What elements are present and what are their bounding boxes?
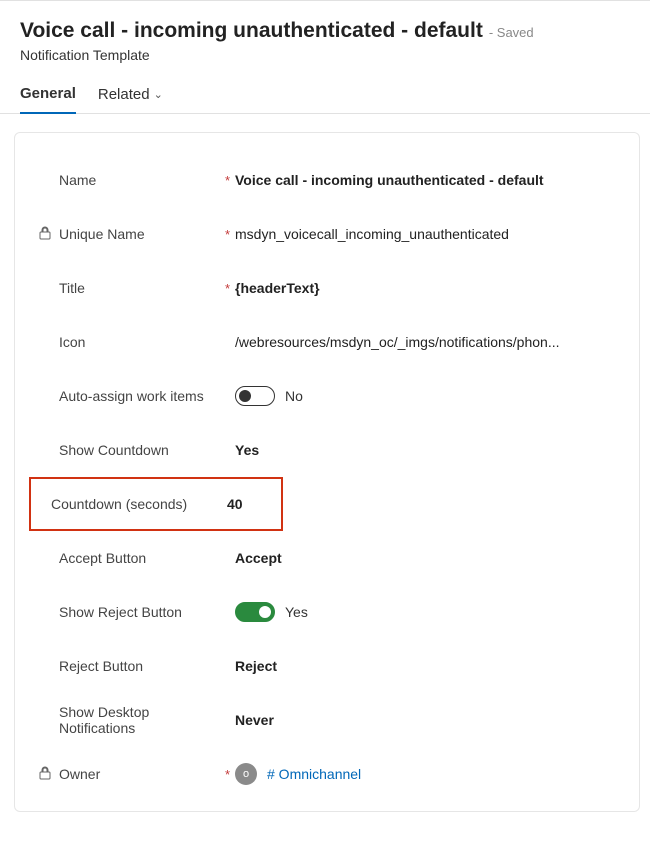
field-icon[interactable]: /webresources/msdyn_oc/_imgs/notificatio… xyxy=(235,334,560,350)
tabs: General Related ⌄ xyxy=(0,63,650,114)
lock-icon xyxy=(39,226,53,243)
label-name: Name xyxy=(59,172,96,188)
label-show-reject: Show Reject Button xyxy=(59,604,182,620)
row-title: Title * {headerText} xyxy=(39,261,615,315)
field-countdown[interactable]: 40 xyxy=(227,496,243,512)
toggle-auto-assign[interactable] xyxy=(235,386,275,406)
row-auto-assign: Auto-assign work items No xyxy=(39,369,615,423)
field-desktop-notif[interactable]: Never xyxy=(235,712,274,728)
label-icon: Icon xyxy=(59,334,85,350)
required-mark: * xyxy=(225,281,235,296)
lock-icon xyxy=(39,766,53,783)
required-mark: * xyxy=(225,227,235,242)
field-name[interactable]: Voice call - incoming unauthenticated - … xyxy=(235,172,544,188)
entity-type: Notification Template xyxy=(20,47,630,63)
label-reject-button: Reject Button xyxy=(59,658,143,674)
toggle-show-reject-value: Yes xyxy=(285,604,308,620)
page-header: Voice call - incoming unauthenticated - … xyxy=(0,1,650,63)
toggle-show-reject[interactable] xyxy=(235,602,275,622)
row-name: Name * Voice call - incoming unauthentic… xyxy=(39,153,615,207)
tab-related[interactable]: Related ⌄ xyxy=(98,85,163,113)
label-show-countdown: Show Countdown xyxy=(59,442,169,458)
owner-link[interactable]: # Omnichannel xyxy=(267,766,361,782)
toggle-auto-assign-value: No xyxy=(285,388,303,404)
row-reject-button: Reject Button Reject xyxy=(39,639,615,693)
avatar: o xyxy=(235,763,257,785)
tab-general[interactable]: General xyxy=(20,85,76,114)
field-accept-button[interactable]: Accept xyxy=(235,550,282,566)
page-title: Voice call - incoming unauthenticated - … xyxy=(20,19,483,43)
label-auto-assign: Auto-assign work items xyxy=(59,388,204,404)
field-reject-button[interactable]: Reject xyxy=(235,658,277,674)
label-title: Title xyxy=(59,280,85,296)
row-countdown-highlight: Countdown (seconds) 40 xyxy=(29,477,283,531)
field-title[interactable]: {headerText} xyxy=(235,280,320,296)
row-show-countdown: Show Countdown Yes xyxy=(39,423,615,477)
row-show-reject: Show Reject Button Yes xyxy=(39,585,615,639)
row-desktop-notif: Show Desktop Notifications Never xyxy=(39,693,615,747)
row-unique-name: Unique Name * msdyn_voicecall_incoming_u… xyxy=(39,207,615,261)
field-owner[interactable]: o # Omnichannel xyxy=(235,763,361,785)
saved-status: - Saved xyxy=(489,25,534,40)
field-unique-name: msdyn_voicecall_incoming_unauthenticated xyxy=(235,226,509,242)
required-mark: * xyxy=(225,767,235,782)
row-accept-button: Accept Button Accept xyxy=(39,531,615,585)
label-accept-button: Accept Button xyxy=(59,550,146,566)
required-mark: * xyxy=(225,173,235,188)
label-desktop-notif: Show Desktop Notifications xyxy=(59,704,209,736)
label-countdown: Countdown (seconds) xyxy=(51,496,187,512)
chevron-down-icon: ⌄ xyxy=(154,88,163,101)
tab-related-label: Related xyxy=(98,86,150,103)
label-unique-name: Unique Name xyxy=(59,226,145,242)
field-show-countdown[interactable]: Yes xyxy=(235,442,259,458)
form-card: Name * Voice call - incoming unauthentic… xyxy=(14,132,640,812)
row-icon: Icon /webresources/msdyn_oc/_imgs/notifi… xyxy=(39,315,615,369)
label-owner: Owner xyxy=(59,766,100,782)
row-owner: Owner * o # Omnichannel xyxy=(39,747,615,801)
